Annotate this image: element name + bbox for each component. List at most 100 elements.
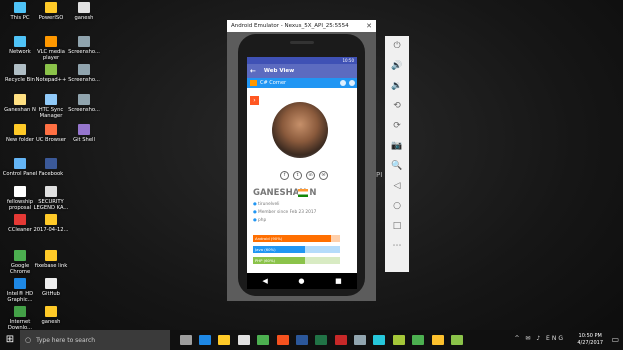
back-arrow-icon[interactable]: ← [250,67,256,75]
india-flag-icon [298,189,308,197]
desktop-app-icon [14,64,26,75]
desktop-icon[interactable]: fixebase link [33,250,69,269]
desktop-icon[interactable]: GitHub [33,278,69,297]
rotate-right-icon[interactable]: ⟳ [385,116,409,136]
volume-down-icon[interactable]: 🔉 [385,76,409,96]
desktop-icon-label: Git Shell [73,137,95,143]
desktop-icon[interactable]: Notepad++ [33,64,69,83]
search-icon: ○ [25,336,32,344]
desktop-app-icon [14,36,26,47]
desktop-app-icon [45,278,57,289]
desktop-app-icon [78,36,90,47]
skill-bar: Java (60%) [253,246,340,253]
desktop-app-icon [14,94,26,105]
app-title: Web View [263,68,295,74]
app-icon[interactable] [354,335,367,345]
desktop-app-icon [45,214,57,225]
social-icon[interactable]: ✉ [319,171,328,180]
desktop-app-icon [14,306,26,317]
speaker-grille [290,41,314,44]
web-header-title: C# Corner [260,80,287,86]
desktop-icon-label: 2017-04-12... [33,227,69,233]
desktop-app-icon [78,94,90,105]
desktop-icon-label: fixebase link [34,263,68,269]
more-icon[interactable]: ⋯ [385,236,409,256]
desktop-icon[interactable]: 2017-04-12... [33,214,69,233]
desktop-icon-label: SECURITY LEGEND KA... [33,199,69,211]
desktop-icon[interactable]: ganesh [33,306,69,325]
explorer-icon[interactable] [218,335,231,345]
desktop-icon-label: Screensho... [68,77,100,83]
chevron-right-icon[interactable]: › [250,96,259,105]
excel-icon[interactable] [315,335,328,345]
desktop-icon-label: Screensho... [68,49,100,55]
clock[interactable]: 10:50 PM 4/27/2017 [577,333,603,346]
emulator-title: Android Emulator - Nexus_5X_API_25:5554 [231,23,349,29]
desktop-icon-label: Facebook [38,171,64,177]
hangouts-icon[interactable] [412,335,425,345]
skill-bar: PHP (60%) [253,257,340,264]
desktop-app-icon [45,250,57,261]
back-icon[interactable]: ◁ [385,176,409,196]
desktop-app-icon [45,158,57,169]
social-icon[interactable]: f [280,171,289,180]
clock-date: 4/27/2017 [577,339,603,346]
media-icon[interactable] [276,335,289,345]
store-icon[interactable] [237,335,250,345]
desktop-icon[interactable]: HTC Sync Manager [33,94,69,119]
desktop-icon[interactable]: Facebook [33,158,69,177]
background-window-text: PI [376,171,383,179]
clock-time: 10:50 PM [578,333,602,339]
desktop-icon-label: VLC media player [37,49,65,61]
info-icon[interactable] [349,80,355,86]
menu-icon[interactable] [250,80,257,86]
acrobat-icon[interactable] [334,335,347,345]
sticky-icon[interactable] [431,335,444,345]
desktop-app-icon [14,214,26,225]
home-icon[interactable]: ○ [385,196,409,216]
nav-back-button[interactable]: ◀ [262,277,267,285]
windows-start-icon[interactable]: ⊞ [0,330,20,350]
search-box[interactable]: ○ Type here to search [20,330,170,350]
social-icon[interactable]: t [293,171,302,180]
volume-up-icon[interactable]: 🔊 [385,56,409,76]
zoom-icon[interactable]: 🔍 [385,156,409,176]
social-icon[interactable]: in [306,171,315,180]
task-view-icon[interactable] [179,335,192,345]
users-icon[interactable] [340,80,346,86]
skill-label: PHP (60%) [255,258,276,263]
desktop-icon[interactable]: VLC media player [33,36,69,61]
system-tray[interactable]: ^ ✉ ♪ ENG [514,335,565,342]
desktop-icon[interactable]: Git Shell [66,124,102,143]
android-icon[interactable] [392,335,405,345]
skill-bar: Android (90%) [253,235,340,242]
desktop-icon[interactable]: Screensho... [66,94,102,113]
nav-recent-button[interactable]: ■ [335,277,342,285]
desktop-icon[interactable]: ganesh [66,2,102,21]
desktop-icon[interactable]: PowerISO [33,2,69,21]
desktop-icon[interactable]: Screensho... [66,36,102,55]
desktop-icon[interactable]: SECURITY LEGEND KA... [33,186,69,211]
nav-home-button[interactable]: ● [298,277,304,285]
desktop-icon[interactable]: Screensho... [66,64,102,83]
edge-icon[interactable] [199,335,212,345]
desktop-icon-label: HTC Sync Manager [38,107,64,119]
notification-icon[interactable]: ▭ [611,335,619,344]
desktop-icon-label: Notepad++ [35,77,67,83]
chrome-icon[interactable] [257,335,270,345]
rotate-left-icon[interactable]: ⟲ [385,96,409,116]
desktop-icon-label: ganesh [41,319,61,325]
paint-icon[interactable] [373,335,386,345]
word-icon[interactable] [295,335,308,345]
overview-icon[interactable]: □ [385,216,409,236]
power-icon[interactable]: ⏻ [385,36,409,56]
desktop-app-icon [78,124,90,135]
close-icon[interactable]: ✕ [366,20,372,32]
camera-icon[interactable]: 📷 [385,136,409,156]
emulator-title-bar[interactable]: Android Emulator - Nexus_5X_API_25:5554 … [227,20,376,32]
desktop-app-icon [45,64,57,75]
phone-frame: 10:50 ← Web View C# Corner › f t in ✉ GANES… [238,34,365,296]
android-studio-icon[interactable] [450,335,463,345]
desktop-icon[interactable]: UC Browser [33,124,69,143]
desktop-app-icon [14,158,26,169]
